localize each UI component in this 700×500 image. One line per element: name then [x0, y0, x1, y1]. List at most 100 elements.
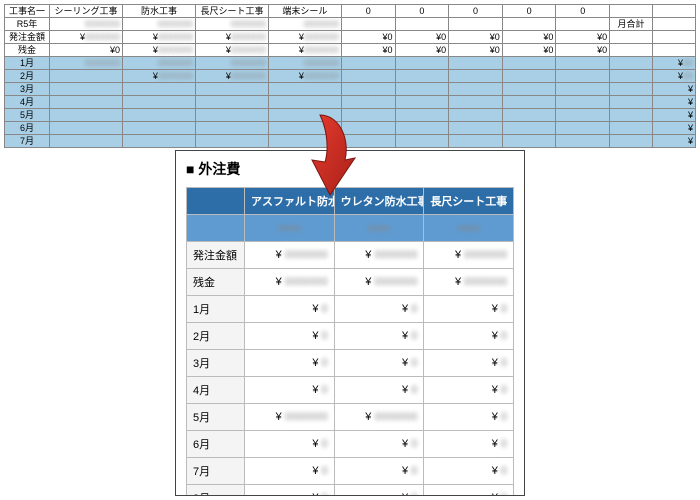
dcell: ¥ 0000000 — [245, 269, 335, 296]
cell — [556, 70, 610, 83]
cell — [449, 109, 503, 122]
dlbl-8: 8月 — [187, 485, 245, 497]
cell: ¥ — [652, 135, 695, 148]
cell — [610, 57, 653, 70]
dcell: ¥ 0000000 — [245, 242, 335, 269]
cell — [395, 135, 449, 148]
cell: ¥0000000 — [268, 44, 341, 57]
drow-order: 発注金額 ¥ 0000000 ¥ 0000000 ¥ 0000000 — [187, 242, 514, 269]
cell — [610, 31, 653, 44]
cell: ¥00 — [652, 57, 695, 70]
cell — [395, 70, 449, 83]
cell: 0000000 — [50, 18, 123, 31]
cell — [502, 18, 556, 31]
sub-3: xxxx — [424, 215, 514, 242]
detail-table: アスファルト防水工事 ウレタン防水工事 長尺シート工事 xxxx xxxx xx… — [186, 187, 514, 496]
cell — [341, 18, 395, 31]
cell — [341, 57, 395, 70]
cell: ¥0000000 — [268, 70, 341, 83]
row-3m: 3月 ¥ — [5, 83, 696, 96]
lbl-6m: 6月 — [5, 122, 50, 135]
lbl-remain: 残金 — [5, 44, 50, 57]
detail-subheader-row: xxxx xxxx xxxx — [187, 215, 514, 242]
dcell: ¥ 0 — [424, 404, 514, 431]
dcell: ¥ 0 — [424, 485, 514, 497]
cell — [341, 83, 395, 96]
cell: ¥0 — [556, 44, 610, 57]
drow-5: 5月 ¥ 0000000 ¥ 0000000 ¥ 0 — [187, 404, 514, 431]
dcell: ¥ 0 — [334, 485, 424, 497]
cell — [502, 135, 556, 148]
cell: ¥0 — [449, 31, 503, 44]
cell — [502, 83, 556, 96]
dlbl-2: 2月 — [187, 323, 245, 350]
dcell: ¥ 0000000 — [334, 404, 424, 431]
hdr-7: 0 — [449, 5, 503, 18]
hdr-1: シーリング工事 — [50, 5, 123, 18]
cell — [50, 122, 123, 135]
row-order: 発注金額 ¥0000000 ¥0000000 ¥0000000 ¥0000000… — [5, 31, 696, 44]
cell — [341, 96, 395, 109]
dcell: ¥ 0 — [334, 431, 424, 458]
cell — [395, 83, 449, 96]
cell: ¥0000000 — [50, 31, 123, 44]
cell — [502, 109, 556, 122]
cell: ¥ — [652, 122, 695, 135]
dcell: ¥ 0000000 — [334, 242, 424, 269]
cell — [50, 96, 123, 109]
dcell: ¥ 0 — [424, 431, 514, 458]
row-1m: 1月 0000000 0000000 0000000 0000000 ¥00 — [5, 57, 696, 70]
cell: 0000000 — [268, 18, 341, 31]
lbl-1m: 1月 — [5, 57, 50, 70]
cell: ¥0 — [502, 31, 556, 44]
cell — [195, 122, 268, 135]
cell: ¥0 — [395, 44, 449, 57]
hdr-blank — [610, 5, 653, 18]
dlbl-remain: 残金 — [187, 269, 245, 296]
cell: ¥0 — [556, 31, 610, 44]
cell — [395, 57, 449, 70]
top-header-row: 工事名一 シーリング工事 防水工事 長尺シート工事 端末シール 0 0 0 0 … — [5, 5, 696, 18]
cell — [449, 122, 503, 135]
drow-3: 3月 ¥ 0 ¥ 0 ¥ 0 — [187, 350, 514, 377]
dcell: ¥ 0 — [334, 350, 424, 377]
dcell: ¥ 0 — [424, 458, 514, 485]
cell — [195, 109, 268, 122]
cell — [449, 83, 503, 96]
cell — [556, 83, 610, 96]
lbl-r5: R5年 — [5, 18, 50, 31]
dcell: ¥ 0 — [334, 377, 424, 404]
dcell: ¥ 0000000 — [424, 242, 514, 269]
dcell: ¥ 0 — [245, 431, 335, 458]
drow-2: 2月 ¥ 0 ¥ 0 ¥ 0 — [187, 323, 514, 350]
lbl-5m: 5月 — [5, 109, 50, 122]
dlbl-1: 1月 — [187, 296, 245, 323]
cell — [449, 135, 503, 148]
cell — [449, 57, 503, 70]
cell — [556, 57, 610, 70]
dcell: ¥ 0 — [245, 458, 335, 485]
detail-body: 発注金額 ¥ 0000000 ¥ 0000000 ¥ 0000000 残金 ¥ … — [187, 242, 514, 497]
cell: 0000000 — [195, 18, 268, 31]
hdr-blank2 — [652, 5, 695, 18]
cell — [195, 83, 268, 96]
hdr-9: 0 — [556, 5, 610, 18]
cell: ¥0000000 — [195, 70, 268, 83]
row-remain: 残金 ¥0 ¥0000000 ¥0000000 ¥0000000 ¥0 ¥0 ¥… — [5, 44, 696, 57]
cell: ¥0 — [341, 44, 395, 57]
dcell: ¥ 0 — [334, 296, 424, 323]
cell — [610, 70, 653, 83]
lbl-2m: 2月 — [5, 70, 50, 83]
cell — [610, 83, 653, 96]
col-3: 長尺シート工事 — [424, 188, 514, 215]
cell: 0000000 — [268, 57, 341, 70]
cell: 0000000 — [195, 57, 268, 70]
row-4m: 4月 ¥ — [5, 96, 696, 109]
cell — [395, 96, 449, 109]
lbl-7m: 7月 — [5, 135, 50, 148]
cell — [50, 70, 123, 83]
dcell: ¥ 0 — [424, 377, 514, 404]
cell — [50, 83, 123, 96]
dcell: ¥ 0 — [334, 458, 424, 485]
dcell: ¥ 0 — [424, 350, 514, 377]
